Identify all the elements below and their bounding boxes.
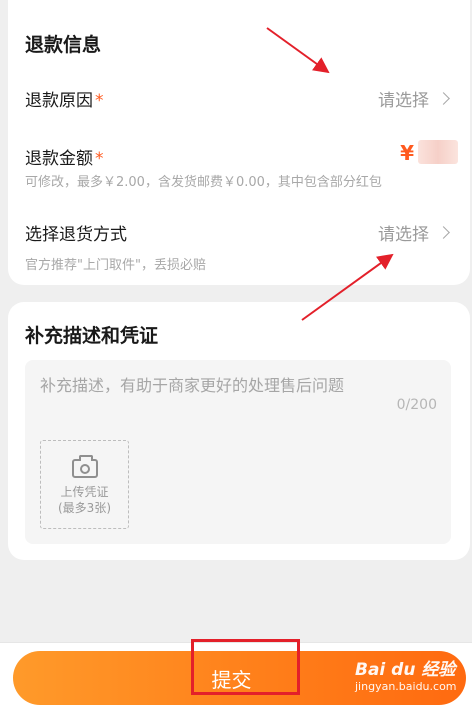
upload-label-line1: 上传凭证 <box>60 485 109 499</box>
currency-symbol: ¥ <box>400 141 414 165</box>
upload-label-line2: (最多3张) <box>58 501 111 515</box>
chevron-right-icon <box>437 92 450 105</box>
refund-info-title: 退款信息 <box>25 34 102 56</box>
watermark-main: Bai du 经验 <box>355 660 456 680</box>
return-method-selector[interactable]: 请选择 <box>378 220 450 245</box>
return-method-hint: 官方推荐"上门取件"，丢损必赔 <box>25 258 206 273</box>
camera-icon <box>71 455 98 478</box>
refund-amount-text: 退款金额 <box>25 149 93 169</box>
chevron-right-icon <box>437 226 450 239</box>
character-counter: 0/200 <box>396 397 437 413</box>
evidence-title: 补充描述和凭证 <box>25 325 159 347</box>
annotation-highlight-box <box>191 639 300 695</box>
refund-amount-hint: 可修改，最多￥2.00，含发货邮费￥0.00，其中包含部分红包 <box>25 175 382 190</box>
refund-amount-label: 退款金额 * <box>25 144 104 169</box>
refund-amount-input[interactable] <box>418 140 458 164</box>
refund-reason-value: 请选择 <box>378 91 429 111</box>
evidence-card: 补充描述和凭证 补充描述，有助于商家更好的处理售后问题 0/200 上传凭证 (… <box>8 302 470 560</box>
description-textarea[interactable]: 补充描述，有助于商家更好的处理售后问题 0/200 上传凭证 (最多3张) <box>25 360 451 544</box>
upload-label: 上传凭证 (最多3张) <box>41 484 128 516</box>
refund-info-card: 退款信息 退款原因 * 请选择 退款金额 * ¥ 可修改，最多￥2.00，含发货邮费… <box>8 0 470 285</box>
return-method-value: 请选择 <box>378 225 429 245</box>
description-placeholder: 补充描述，有助于商家更好的处理售后问题 <box>40 376 345 395</box>
refund-reason-selector[interactable]: 请选择 <box>378 86 450 111</box>
refund-reason-text: 退款原因 <box>25 91 93 111</box>
refund-reason-label: 退款原因 * <box>25 86 104 111</box>
watermark-sub: jingyan.baidu.com <box>355 680 457 693</box>
required-mark: * <box>95 91 104 111</box>
required-mark: * <box>95 149 104 169</box>
return-method-label: 选择退货方式 <box>25 225 127 245</box>
upload-evidence-button[interactable]: 上传凭证 (最多3张) <box>40 440 129 529</box>
baidu-watermark: Bai du 经验 jingyan.baidu.com <box>355 660 467 704</box>
